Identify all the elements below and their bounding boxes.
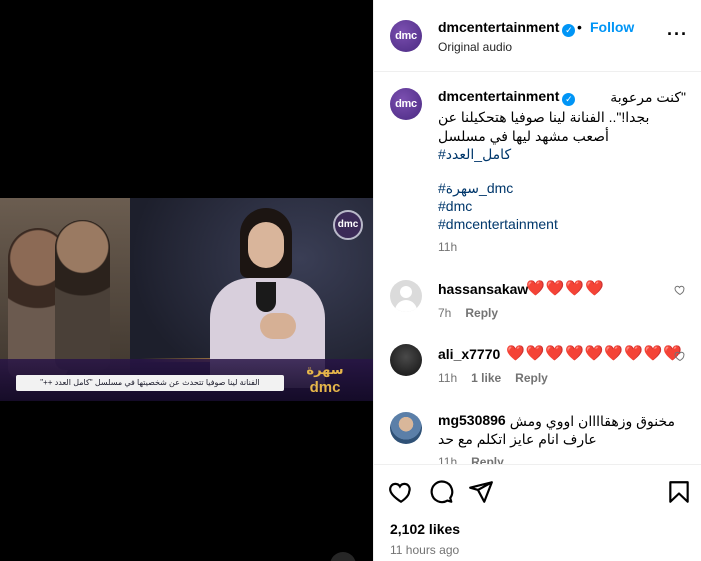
heart-outline-icon[interactable] — [674, 350, 686, 362]
author-username-text[interactable]: dmcentertainment — [438, 19, 559, 35]
post-header: dmc dmcentertainment ✓ • Follow Original … — [374, 0, 701, 72]
video-caption-text: الفنانة لينا صوفيا تتحدث عن شخصيتها في م… — [40, 378, 260, 387]
comment-text: ❤️❤️❤️❤️❤️❤️❤️❤️❤️ — [506, 345, 684, 362]
commenter-avatar[interactable] — [390, 344, 422, 376]
author-avatar[interactable]: dmc — [390, 20, 422, 52]
verified-badge-icon: ✓ — [562, 24, 576, 37]
comment-username[interactable]: hassansakaw — [438, 281, 528, 297]
share-icon[interactable] — [468, 479, 494, 505]
show-logo: سهرة dmc — [295, 361, 355, 397]
heart-outline-icon[interactable] — [674, 284, 686, 296]
channel-logo: dmc — [333, 210, 363, 240]
guest-face — [248, 222, 284, 268]
video-player[interactable]: dmc الفنانة لينا صوفيا تتحدث عن شخصيتها … — [0, 198, 373, 401]
background-person — [55, 220, 110, 370]
like-icon[interactable] — [388, 479, 414, 505]
comment-meta: 7h Reply — [438, 306, 512, 320]
comment-time[interactable]: 11h — [438, 371, 457, 385]
show-logo-latin: dmc — [309, 379, 341, 396]
comment-meta: 11h Reply — [438, 455, 518, 464]
commenter-avatar[interactable] — [390, 412, 422, 444]
reply-button[interactable]: Reply — [465, 306, 498, 320]
hashtag-link[interactable]: #dmcentertainment — [438, 216, 558, 232]
comment-text: ❤️❤️❤️❤️ — [526, 280, 605, 297]
caption-line-2: بجدا!".. الفنانة لينا صوفيا هتحكيلنا عن — [438, 109, 650, 125]
follow-button[interactable]: Follow — [590, 19, 634, 35]
hashtag-link[interactable]: #سهرة_dmc — [438, 180, 513, 197]
commenter-avatar[interactable] — [390, 280, 422, 312]
comment-icon[interactable] — [428, 479, 454, 505]
caption-username-text[interactable]: dmcentertainment — [438, 88, 559, 104]
hashtag-series[interactable]: #كامل_العدد — [438, 146, 511, 163]
comment-username[interactable]: ali_x7770 — [438, 346, 500, 362]
author-username[interactable]: dmcentertainment ✓ — [438, 19, 576, 37]
save-bookmark-icon[interactable] — [666, 479, 692, 505]
caption-time[interactable]: 11h — [438, 240, 457, 254]
separator-dot: • — [577, 19, 582, 35]
caption-avatar[interactable]: dmc — [390, 88, 422, 120]
post-media[interactable]: dmc الفنانة لينا صوفيا تتحدث عن شخصيتها … — [0, 0, 373, 561]
hashtag-link[interactable]: #dmc — [438, 198, 472, 214]
caption-line-1: "كنت مرعوبة — [610, 89, 686, 105]
comment-time[interactable]: 11h — [438, 455, 457, 464]
comment-text: مخنوق وزهقاااان اووي ومش — [509, 413, 675, 429]
comments-section[interactable]: dmc dmcentertainment ✓ "كنت مرعوبة بجدا!"… — [374, 72, 701, 464]
video-guest — [200, 208, 330, 388]
likes-count[interactable]: 2,102 likes — [390, 521, 460, 537]
post-time[interactable]: 11 hours ago — [390, 543, 459, 557]
reply-button[interactable]: Reply — [471, 455, 504, 464]
comment-username[interactable]: mg530896 — [438, 412, 506, 428]
post-sidebar: dmc dmcentertainment ✓ • Follow Original … — [373, 0, 701, 561]
more-options-icon[interactable]: ··· — [667, 25, 688, 43]
reply-button[interactable]: Reply — [515, 371, 548, 385]
comment-text: عارف انام عايز اتكلم مع حد — [438, 431, 597, 447]
caption-username[interactable]: dmcentertainment ✓ — [438, 88, 576, 106]
show-logo-arabic: سهرة — [306, 362, 344, 377]
guest-hand — [260, 313, 296, 339]
audio-label[interactable]: Original audio — [438, 40, 512, 54]
caption-line-3: أصعب مشهد ليها في مسلسل — [438, 128, 609, 144]
comment-likes[interactable]: 1 like — [471, 371, 501, 385]
post-actions: 2,102 likes 11 hours ago — [374, 464, 701, 561]
guest-collar — [256, 282, 276, 312]
comment-time[interactable]: 7h — [438, 306, 451, 320]
mute-button[interactable] — [330, 552, 356, 561]
comment-meta: 11h 1 like Reply — [438, 371, 562, 385]
